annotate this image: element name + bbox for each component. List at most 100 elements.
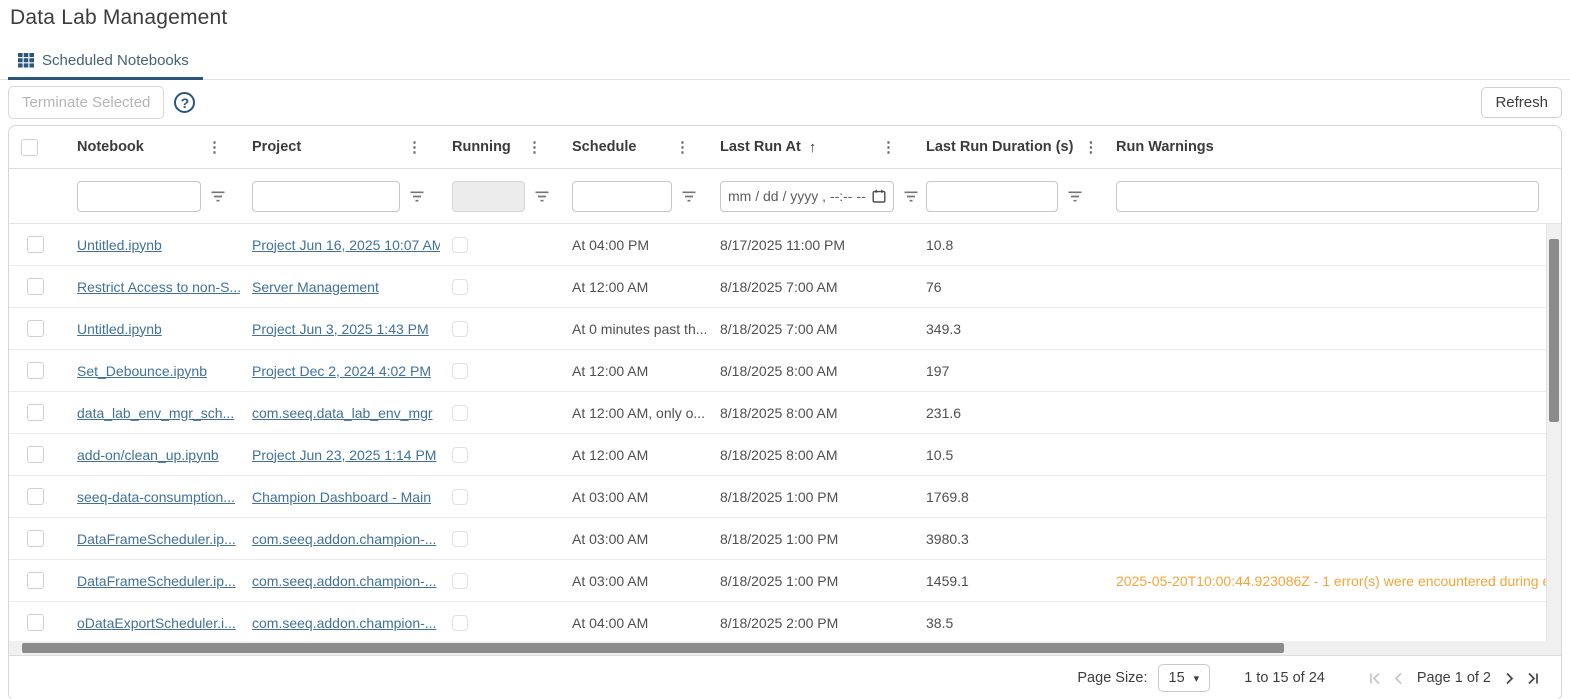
project-link[interactable]: com.seeq.addon.champion-... xyxy=(252,531,436,547)
duration-filter-input[interactable] xyxy=(926,181,1058,212)
filter-icon[interactable] xyxy=(1068,191,1082,202)
last-run-at-cell: 8/18/2025 7:00 AM xyxy=(708,321,914,337)
last-run-at-cell: 8/18/2025 2:00 PM xyxy=(708,615,914,631)
running-checkbox[interactable] xyxy=(452,405,468,421)
next-page-button[interactable] xyxy=(1505,672,1515,685)
last-run-at-datetime-input[interactable]: mm / dd / yyyy , --:-- -- xyxy=(720,181,894,212)
project-link[interactable]: Project Jun 16, 2025 10:07 AM xyxy=(252,237,440,253)
notebook-link[interactable]: Set_Debounce.ipynb xyxy=(77,363,207,379)
last-page-button[interactable] xyxy=(1527,672,1541,685)
horizontal-scrollbar-thumb[interactable] xyxy=(22,643,1284,653)
notebook-link[interactable]: oDataExportScheduler.i... xyxy=(77,615,236,631)
notebook-link[interactable]: Untitled.ipynb xyxy=(77,237,162,253)
duration-cell: 10.8 xyxy=(914,237,1104,253)
header-running[interactable]: Running ⋮ xyxy=(440,126,560,168)
page-title: Data Lab Management xyxy=(0,0,1570,30)
select-all-checkbox[interactable] xyxy=(21,139,38,156)
previous-page-button[interactable] xyxy=(1393,672,1403,685)
filter-icon[interactable] xyxy=(535,191,549,202)
running-checkbox[interactable] xyxy=(452,573,468,589)
filter-icon[interactable] xyxy=(410,191,424,202)
notebook-link[interactable]: seeq-data-consumption... xyxy=(77,489,235,505)
header-run-warnings[interactable]: Run Warnings xyxy=(1104,126,1561,168)
column-menu-icon[interactable]: ⋮ xyxy=(197,140,232,155)
project-link[interactable]: com.seeq.data_lab_env_mgr xyxy=(252,405,433,421)
grid-header-row: Notebook ⋮ Project ⋮ Running ⋮ Schedule … xyxy=(9,126,1561,169)
calendar-icon[interactable] xyxy=(872,189,886,203)
tab-scheduled-notebooks[interactable]: Scheduled Notebooks xyxy=(8,46,203,80)
row-select-checkbox[interactable] xyxy=(27,530,44,547)
project-link[interactable]: Project Jun 23, 2025 1:14 PM xyxy=(252,447,436,463)
tab-label: Scheduled Notebooks xyxy=(42,52,189,69)
row-select-checkbox[interactable] xyxy=(27,320,44,337)
project-link[interactable]: com.seeq.addon.champion-... xyxy=(252,615,436,631)
notebook-link[interactable]: Untitled.ipynb xyxy=(77,321,162,337)
filter-last-run-at: mm / dd / yyyy , --:-- -- xyxy=(708,169,914,223)
row-select-checkbox[interactable] xyxy=(27,362,44,379)
running-checkbox[interactable] xyxy=(452,489,468,505)
page-size-select[interactable]: 15 ▾ xyxy=(1158,664,1211,692)
row-select-checkbox[interactable] xyxy=(27,614,44,631)
running-checkbox[interactable] xyxy=(452,531,468,547)
project-link[interactable]: Project Dec 2, 2024 4:02 PM xyxy=(252,363,431,379)
schedule-filter-input[interactable] xyxy=(572,181,672,212)
running-checkbox[interactable] xyxy=(452,615,468,631)
header-project[interactable]: Project ⋮ xyxy=(240,126,440,168)
row-select-checkbox[interactable] xyxy=(27,278,44,295)
project-link[interactable]: com.seeq.addon.champion-... xyxy=(252,573,436,589)
vertical-scrollbar-thumb[interactable] xyxy=(1549,239,1559,422)
project-filter-input[interactable] xyxy=(252,181,400,212)
run-warnings-filter-input[interactable] xyxy=(1116,181,1539,212)
help-icon[interactable]: ? xyxy=(174,92,195,113)
terminate-selected-button[interactable]: Terminate Selected xyxy=(8,86,164,119)
column-menu-icon[interactable]: ⋮ xyxy=(871,140,906,155)
row-select-checkbox[interactable] xyxy=(27,236,44,253)
notebook-link[interactable]: data_lab_env_mgr_sch... xyxy=(77,405,234,421)
schedule-cell: At 12:00 AM xyxy=(560,447,708,463)
schedule-cell: At 12:00 AM, only o... xyxy=(560,405,708,421)
project-link[interactable]: Server Management xyxy=(252,279,379,295)
column-menu-icon[interactable]: ⋮ xyxy=(397,140,432,155)
row-select-checkbox[interactable] xyxy=(27,572,44,589)
header-last-run-duration[interactable]: Last Run Duration (s) ⋮ xyxy=(914,126,1104,168)
tab-bar: Scheduled Notebooks xyxy=(0,46,1570,80)
table-row: data_lab_env_mgr_sch... com.seeq.data_la… xyxy=(9,392,1561,434)
running-checkbox[interactable] xyxy=(452,279,468,295)
schedule-cell: At 04:00 AM xyxy=(560,615,708,631)
filter-icon[interactable] xyxy=(682,191,696,202)
scheduled-notebooks-grid: Notebook ⋮ Project ⋮ Running ⋮ Schedule … xyxy=(8,125,1562,699)
sort-ascending-icon[interactable]: ↑ xyxy=(809,139,817,156)
row-select-checkbox[interactable] xyxy=(27,404,44,421)
project-link[interactable]: Champion Dashboard - Main xyxy=(252,489,431,505)
table-row: DataFrameScheduler.ip... com.seeq.addon.… xyxy=(9,518,1561,560)
vertical-scrollbar[interactable] xyxy=(1546,224,1561,641)
header-schedule[interactable]: Schedule ⋮ xyxy=(560,126,708,168)
running-checkbox[interactable] xyxy=(452,237,468,253)
first-page-button[interactable] xyxy=(1367,672,1381,685)
filter-select-spacer xyxy=(9,169,65,223)
column-menu-icon[interactable]: ⋮ xyxy=(665,140,700,155)
toolbar: Terminate Selected ? Refresh xyxy=(0,80,1570,125)
filter-running xyxy=(440,169,560,223)
duration-cell: 1459.1 xyxy=(914,573,1104,589)
running-checkbox[interactable] xyxy=(452,447,468,463)
row-select-checkbox[interactable] xyxy=(27,488,44,505)
notebook-link[interactable]: DataFrameScheduler.ip... xyxy=(77,573,236,589)
notebook-link[interactable]: DataFrameScheduler.ip... xyxy=(77,531,236,547)
notebook-link[interactable]: Restrict Access to non-S... xyxy=(77,279,240,295)
notebook-filter-input[interactable] xyxy=(77,181,201,212)
filter-icon[interactable] xyxy=(211,191,225,202)
table-row: Set_Debounce.ipynb Project Dec 2, 2024 4… xyxy=(9,350,1561,392)
running-checkbox[interactable] xyxy=(452,321,468,337)
duration-cell: 76 xyxy=(914,279,1104,295)
duration-cell: 349.3 xyxy=(914,321,1104,337)
header-last-run-at[interactable]: Last Run At ↑ ⋮ xyxy=(708,126,914,168)
row-select-checkbox[interactable] xyxy=(27,446,44,463)
project-link[interactable]: Project Jun 3, 2025 1:43 PM xyxy=(252,321,429,337)
header-notebook[interactable]: Notebook ⋮ xyxy=(65,126,240,168)
refresh-button[interactable]: Refresh xyxy=(1481,87,1562,118)
running-checkbox[interactable] xyxy=(452,363,468,379)
column-menu-icon[interactable]: ⋮ xyxy=(517,140,552,155)
notebook-link[interactable]: add-on/clean_up.ipynb xyxy=(77,447,219,463)
horizontal-scrollbar[interactable] xyxy=(9,641,1561,655)
